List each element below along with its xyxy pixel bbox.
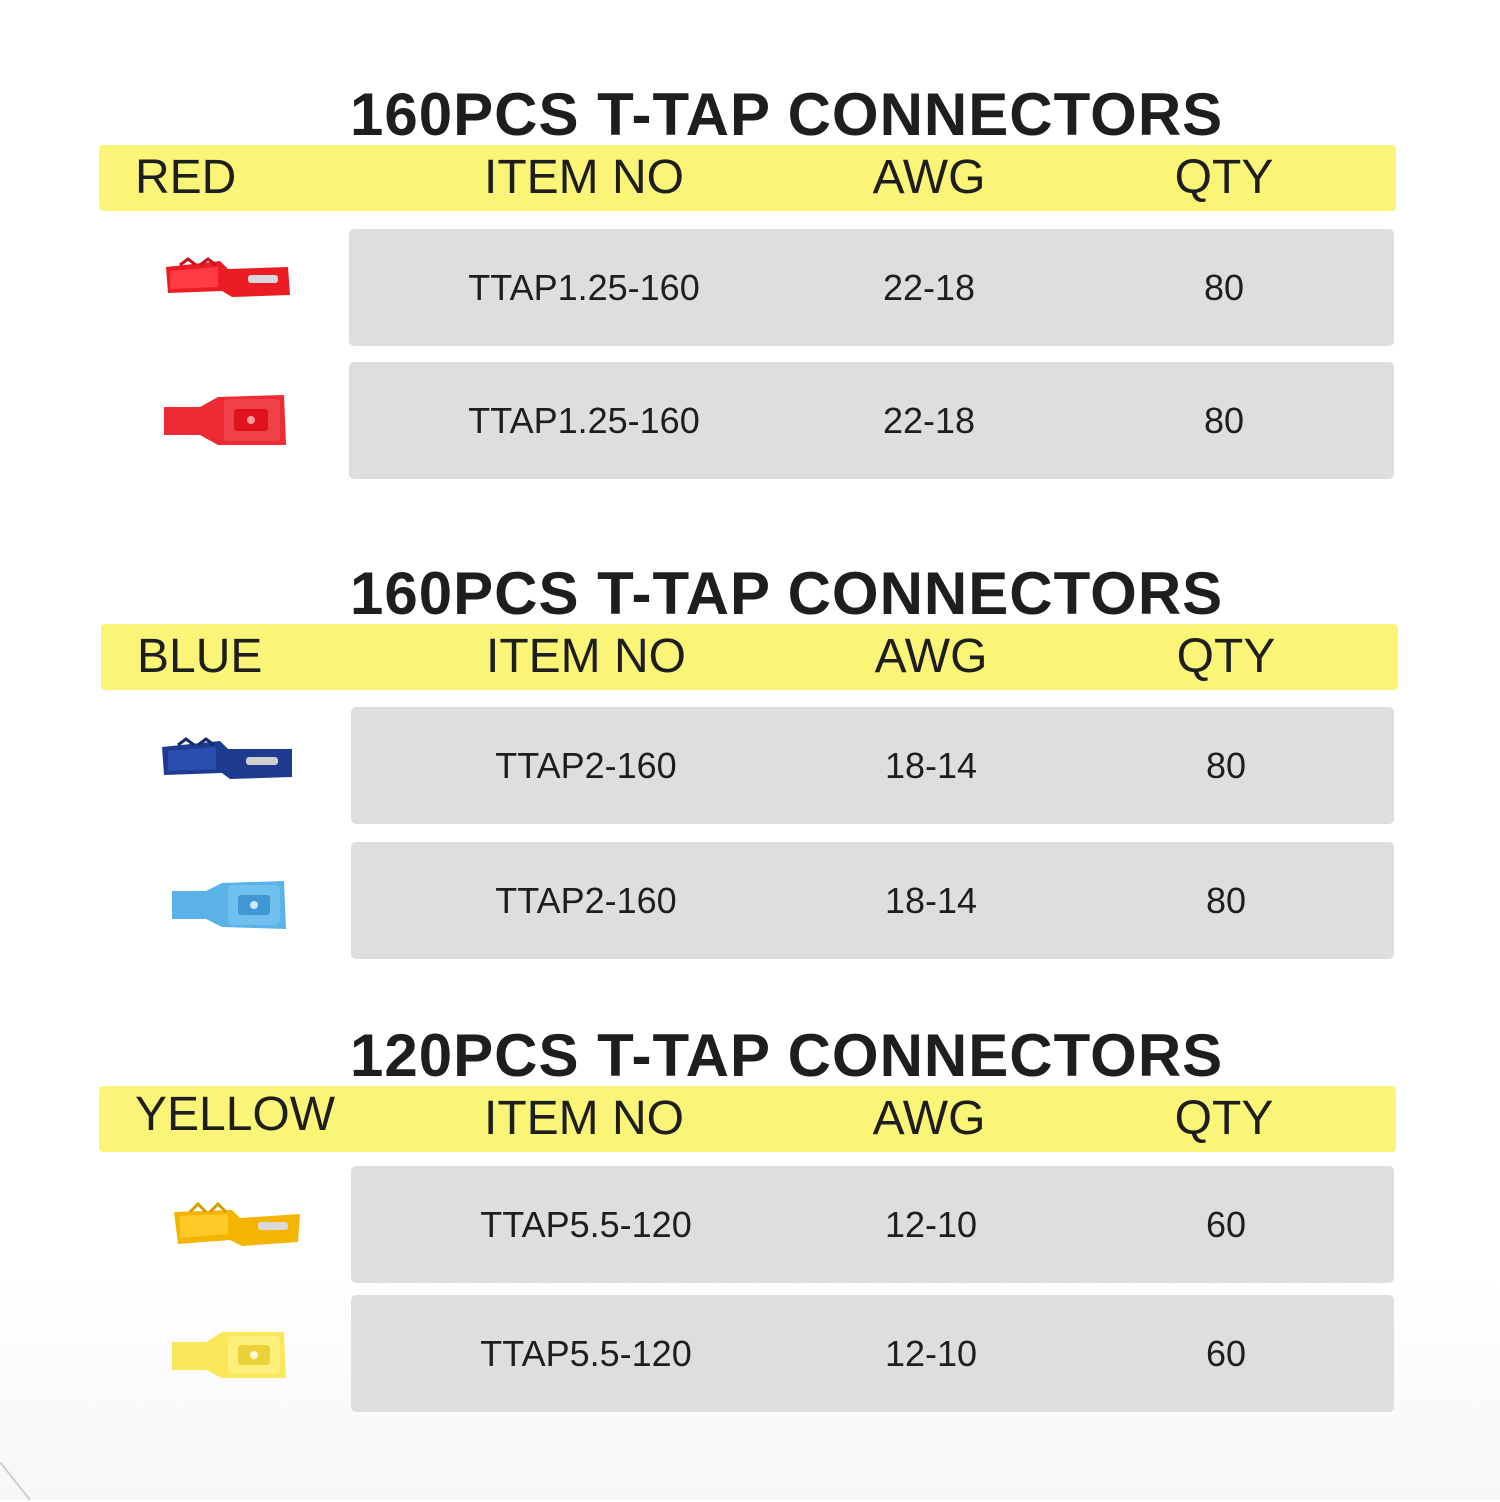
table-header: YELLOW ITEM NO AWG QTY (99, 1086, 1396, 1152)
blue-male-quick-disconnect-icon (160, 869, 295, 939)
item-no-header: ITEM NO (484, 1092, 684, 1145)
red-t-tap-connector-icon (160, 245, 295, 315)
qty-cell: 60 (1205, 1204, 1247, 1245)
awg-header: AWG (872, 151, 986, 204)
qty-header: QTY (1176, 630, 1276, 683)
awg-header: AWG (874, 630, 988, 683)
item-no-cell: TTAP5.5-120 (480, 1204, 692, 1245)
awg-cell: 22-18 (882, 400, 976, 441)
red-male-quick-disconnect-icon (160, 385, 295, 455)
color-label: BLUE (137, 630, 263, 683)
awg-cell: 18-14 (884, 745, 978, 786)
table-row: TTAP2-160 18-14 80 (351, 707, 1394, 824)
item-no-cell: TTAP2-160 (495, 745, 677, 786)
table-row: TTAP1.25-160 22-18 80 (349, 229, 1394, 346)
color-label: YELLOW (135, 1088, 336, 1141)
blue-t-tap-connector-icon (160, 729, 295, 799)
table-row: TTAP5.5-120 12-10 60 (351, 1295, 1394, 1412)
qty-cell: 60 (1205, 1333, 1247, 1374)
qty-cell: 80 (1203, 267, 1245, 308)
table-row: TTAP1.25-160 22-18 80 (349, 362, 1394, 479)
yellow-t-tap-connector-icon (170, 1192, 305, 1262)
item-no-header: ITEM NO (484, 151, 684, 204)
table-header: RED ITEM NO AWG QTY (99, 145, 1396, 211)
item-no-cell: TTAP1.25-160 (468, 267, 700, 308)
item-no-cell: TTAP2-160 (495, 880, 677, 921)
item-no-cell: TTAP5.5-120 (480, 1333, 692, 1374)
awg-cell: 12-10 (884, 1204, 978, 1245)
qty-header: QTY (1174, 151, 1274, 204)
section-title: 120PCS T-TAP CONNECTORS (350, 1022, 1224, 1089)
table-row: TTAP2-160 18-14 80 (351, 842, 1394, 959)
item-no-header: ITEM NO (486, 630, 686, 683)
table-row: TTAP5.5-120 12-10 60 (351, 1166, 1394, 1283)
qty-cell: 80 (1203, 400, 1245, 441)
awg-cell: 18-14 (884, 880, 978, 921)
table-header: BLUE ITEM NO AWG QTY (101, 624, 1398, 690)
section-title: 160PCS T-TAP CONNECTORS (350, 81, 1224, 148)
qty-cell: 80 (1205, 880, 1247, 921)
qty-header: QTY (1174, 1092, 1274, 1145)
qty-cell: 80 (1205, 745, 1247, 786)
item-no-cell: TTAP1.25-160 (468, 400, 700, 441)
yellow-male-quick-disconnect-icon (160, 1320, 295, 1390)
awg-cell: 12-10 (884, 1333, 978, 1374)
color-label: RED (135, 151, 237, 204)
awg-header: AWG (872, 1092, 986, 1145)
corner-divider-line (0, 1462, 31, 1501)
awg-cell: 22-18 (882, 267, 976, 308)
section-title: 160PCS T-TAP CONNECTORS (350, 560, 1224, 627)
